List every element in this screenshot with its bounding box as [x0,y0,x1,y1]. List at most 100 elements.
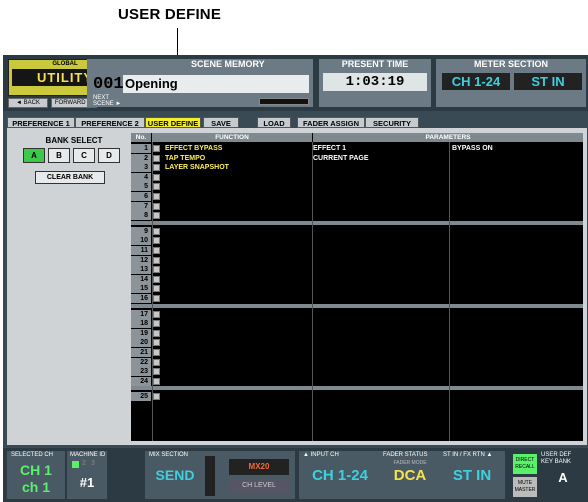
edit-icon[interactable] [153,393,160,401]
tab-preference-1[interactable]: PREFERENCE 1 [7,117,75,128]
tab-user-define[interactable]: USER DEFINE [145,117,201,128]
edit-icon[interactable] [153,202,160,210]
row-parameter-1[interactable] [313,173,447,182]
table-row[interactable]: 19 [131,328,583,338]
row-parameter-1[interactable] [313,192,447,201]
mute-master-button[interactable]: MUTE MASTER [513,477,537,497]
row-parameter-1[interactable] [313,294,447,303]
table-row[interactable]: 5 [131,182,583,192]
meter-ch-button[interactable]: CH 1-24 [442,73,510,90]
bank-d-button[interactable]: D [98,148,120,163]
row-function[interactable]: TAP TEMPO [165,154,307,163]
row-parameter-2[interactable] [452,338,581,347]
edit-icon[interactable] [153,256,160,264]
edit-icon[interactable] [153,275,160,283]
row-parameter-1[interactable] [313,392,447,401]
row-parameter-1[interactable] [313,275,447,284]
edit-icon[interactable] [153,212,160,220]
bank-c-button[interactable]: C [73,148,95,163]
row-parameter-2[interactable] [452,358,581,367]
row-function[interactable] [165,319,307,328]
edit-icon[interactable] [153,310,160,318]
row-function[interactable]: EFFECT BYPASS [165,144,307,153]
row-parameter-1[interactable] [313,265,447,274]
row-parameter-1[interactable] [313,358,447,367]
row-parameter-1[interactable] [313,377,447,386]
edit-icon[interactable] [153,247,160,254]
row-function[interactable] [165,377,307,386]
table-row[interactable]: 13 [131,265,583,275]
fader-mode[interactable]: DCA [383,467,437,484]
edit-icon[interactable] [153,339,160,347]
clear-bank-button[interactable]: CLEAR BANK [35,171,105,184]
edit-icon[interactable] [153,154,160,162]
edit-icon[interactable] [153,349,160,356]
table-row[interactable]: 2 TAP TEMPO CURRENT PAGE [131,153,583,163]
row-parameter-1[interactable] [313,236,447,245]
row-parameter-2[interactable] [452,310,581,319]
row-parameter-2[interactable] [452,367,581,376]
row-parameter-2[interactable] [452,163,581,172]
row-parameter-1[interactable] [313,310,447,319]
row-function[interactable] [165,256,307,265]
row-parameter-2[interactable] [452,154,581,163]
row-parameter-2[interactable] [452,329,581,338]
row-parameter-2[interactable] [452,348,581,357]
edit-icon[interactable] [153,358,160,366]
row-parameter-1[interactable] [313,367,447,376]
row-parameter-2[interactable] [452,236,581,245]
edit-icon[interactable] [153,329,160,337]
row-function[interactable] [165,202,307,211]
row-parameter-2[interactable]: BYPASS ON [452,144,581,153]
table-row[interactable]: 21 [131,348,583,357]
table-row[interactable]: 15 [131,284,583,294]
bank-b-button[interactable]: B [48,148,70,163]
table-row[interactable]: 10 [131,236,583,246]
row-parameter-1[interactable] [313,163,447,172]
row-parameter-2[interactable] [452,275,581,284]
row-function[interactable] [165,275,307,284]
row-parameter-2[interactable] [452,256,581,265]
row-parameter-2[interactable] [452,211,581,220]
row-parameter-1[interactable] [313,202,447,211]
row-parameter-2[interactable] [452,377,581,386]
bank-a-button[interactable]: A [23,148,45,163]
edit-icon[interactable] [153,377,160,385]
row-parameter-1[interactable] [313,284,447,293]
row-parameter-2[interactable] [452,392,581,401]
tab-security[interactable]: SECURITY [365,117,419,128]
stin[interactable]: ST IN [443,467,501,484]
row-parameter-1[interactable] [313,319,447,328]
direct-recall-button[interactable]: DIRECT RECALL [513,454,537,474]
row-function[interactable] [165,265,307,274]
edit-icon[interactable] [153,237,160,245]
row-parameter-1[interactable]: CURRENT PAGE [313,154,447,163]
row-parameter-1[interactable] [313,211,447,220]
row-function[interactable] [165,348,307,357]
row-parameter-1[interactable] [313,182,447,191]
row-parameter-2[interactable] [452,227,581,236]
row-function[interactable] [165,367,307,376]
edit-icon[interactable] [153,227,160,235]
row-parameter-1[interactable] [313,246,447,255]
row-parameter-1[interactable] [313,329,447,338]
table-row[interactable]: 24 [131,376,583,386]
input-ch[interactable]: CH 1-24 [303,467,377,484]
table-row[interactable]: 12 [131,255,583,265]
edit-icon[interactable] [153,145,160,152]
row-parameter-2[interactable] [452,284,581,293]
row-parameter-2[interactable] [452,294,581,303]
row-function[interactable]: LAYER SNAPSHOT [165,163,307,172]
table-row[interactable]: 20 [131,338,583,348]
row-function[interactable] [165,236,307,245]
row-parameter-2[interactable] [452,202,581,211]
table-row[interactable]: 16 [131,294,583,303]
row-function[interactable] [165,310,307,319]
edit-icon[interactable] [153,266,160,274]
row-function[interactable] [165,392,307,401]
row-function[interactable] [165,358,307,367]
row-function[interactable] [165,284,307,293]
meter-stin-button[interactable]: ST IN [514,73,582,90]
row-function[interactable] [165,329,307,338]
edit-icon[interactable] [153,173,160,181]
